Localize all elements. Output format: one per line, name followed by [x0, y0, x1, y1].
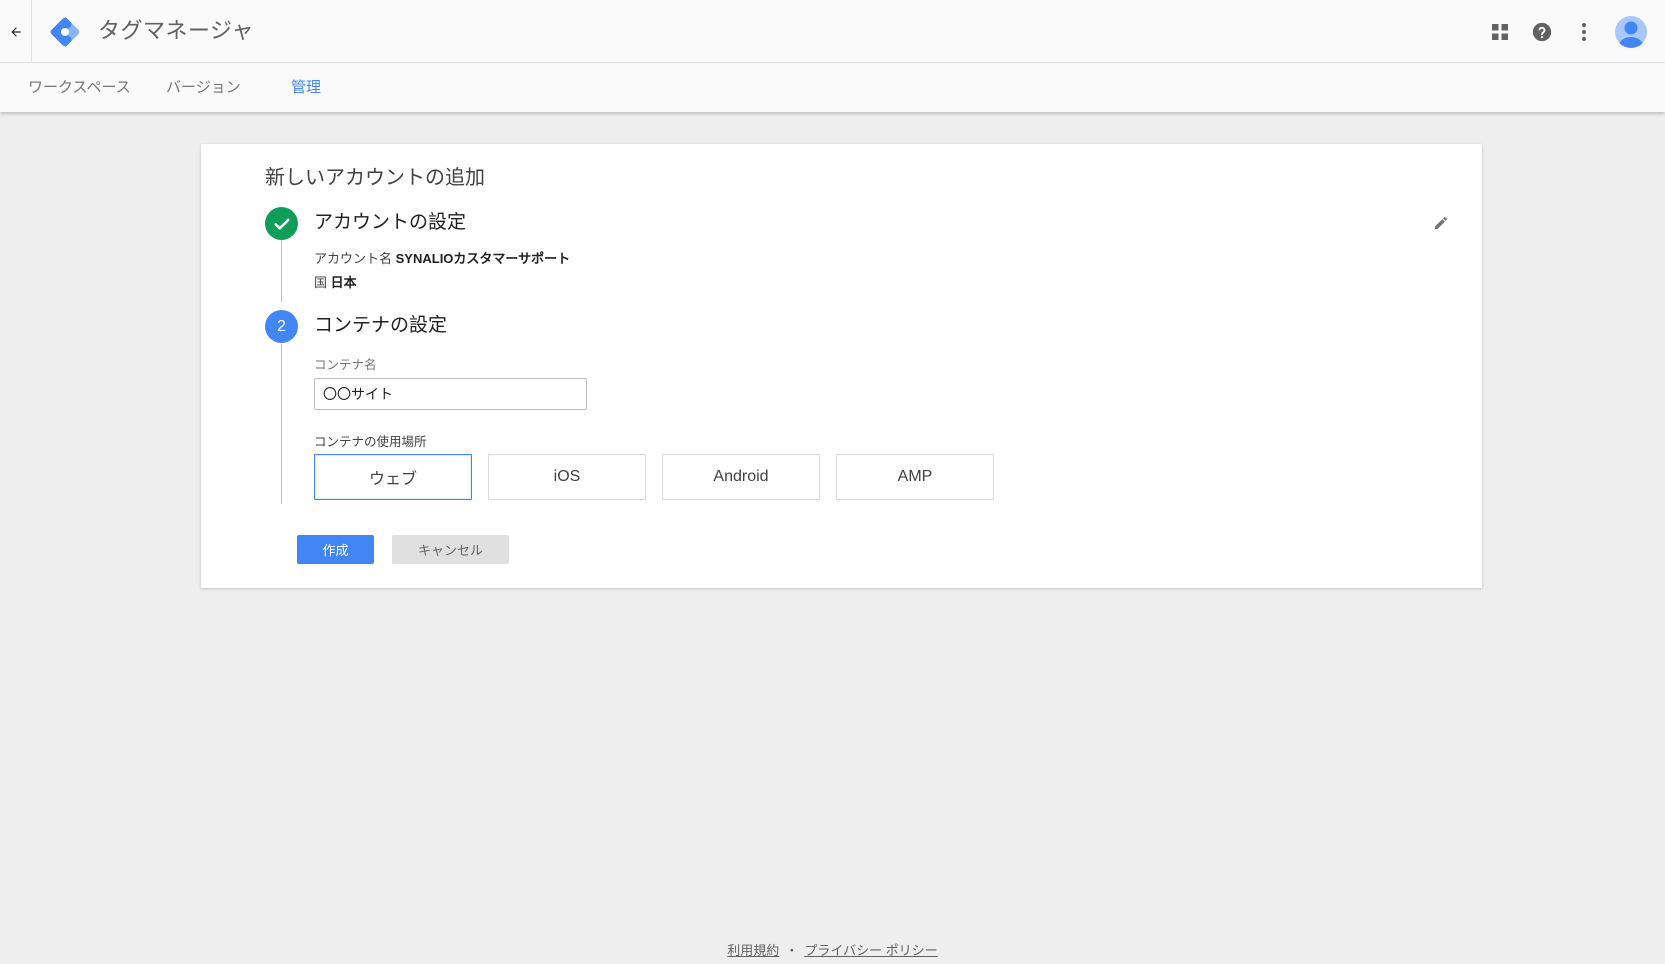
country-summary: 国 日本: [314, 274, 357, 292]
privacy-policy-link[interactable]: プライバシー ポリシー: [804, 943, 937, 958]
create-button[interactable]: 作成: [297, 535, 374, 564]
account-name-label: アカウント名: [314, 251, 393, 266]
apps-grid-icon: [1492, 23, 1508, 40]
header-actions: [1479, 0, 1665, 63]
footer-separator: ・: [785, 943, 799, 958]
platform-web-button[interactable]: ウェブ: [314, 454, 472, 500]
more-vert-icon: [1582, 22, 1586, 41]
platform-android-button[interactable]: Android: [662, 454, 820, 500]
tab-admin[interactable]: 管理: [291, 63, 321, 112]
check-icon: [274, 218, 289, 230]
add-account-card: 新しいアカウントの追加 アカウントの設定 アカウント名 SYNALIOカスタマー…: [201, 144, 1482, 588]
card-title: 新しいアカウントの追加: [265, 167, 485, 189]
back-arrow-icon: [10, 26, 21, 37]
step-complete-icon: [265, 207, 298, 240]
tag-manager-logo-icon: [50, 17, 80, 47]
account-button[interactable]: [1605, 0, 1657, 63]
terms-link[interactable]: 利用規約: [727, 943, 779, 958]
pencil-icon: [1435, 216, 1448, 229]
stepper-connector: [281, 239, 282, 302]
app-bar: タグマネージャ: [0, 0, 1665, 63]
container-usage-label: コンテナの使用場所: [314, 435, 427, 449]
step-title-account: アカウントの設定: [314, 212, 467, 233]
stepper-connector: [281, 344, 282, 504]
footer: 利用規約・プライバシー ポリシー: [0, 942, 1665, 960]
container-name-input[interactable]: [314, 378, 587, 410]
help-button[interactable]: [1521, 0, 1563, 63]
account-avatar-icon: [1615, 15, 1647, 48]
nav-tabs: ワークスペース バージョン 管理: [0, 63, 1665, 112]
step-title-container: コンテナの設定: [314, 315, 448, 336]
account-name-summary: アカウント名 SYNALIOカスタマーサポート: [314, 250, 570, 268]
container-name-label: コンテナ名: [314, 358, 377, 372]
more-options-button[interactable]: [1563, 0, 1605, 63]
app-title: タグマネージャ: [98, 18, 254, 43]
help-icon: [1532, 22, 1552, 41]
back-button[interactable]: [0, 0, 32, 63]
account-name-value: SYNALIOカスタマーサポート: [395, 251, 571, 266]
edit-account-button[interactable]: [1426, 208, 1456, 238]
platform-ios-button[interactable]: iOS: [488, 454, 646, 500]
platform-amp-button[interactable]: AMP: [836, 454, 994, 500]
tab-workspace[interactable]: ワークスペース: [28, 63, 131, 112]
country-label: 国: [314, 275, 328, 290]
step-number-badge: 2: [265, 310, 298, 343]
cancel-button[interactable]: キャンセル: [392, 535, 509, 564]
country-value: 日本: [330, 275, 357, 290]
apps-button[interactable]: [1479, 0, 1521, 63]
tab-versions[interactable]: バージョン: [166, 63, 241, 112]
